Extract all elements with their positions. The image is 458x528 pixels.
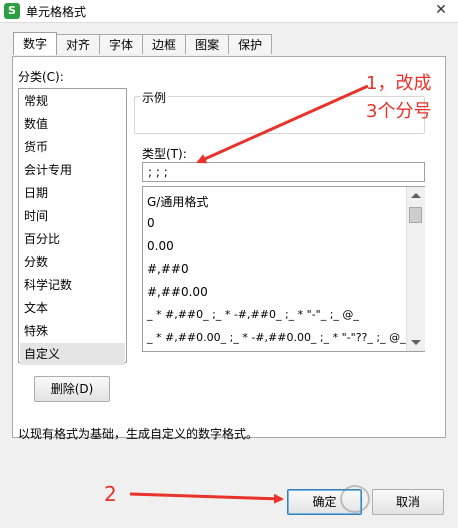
annotation-arrows — [129, 84, 369, 504]
arrow-to-type-input — [196, 84, 369, 164]
arrow-to-ok-button — [129, 492, 284, 504]
tab-number[interactable]: 数字 — [13, 32, 58, 55]
